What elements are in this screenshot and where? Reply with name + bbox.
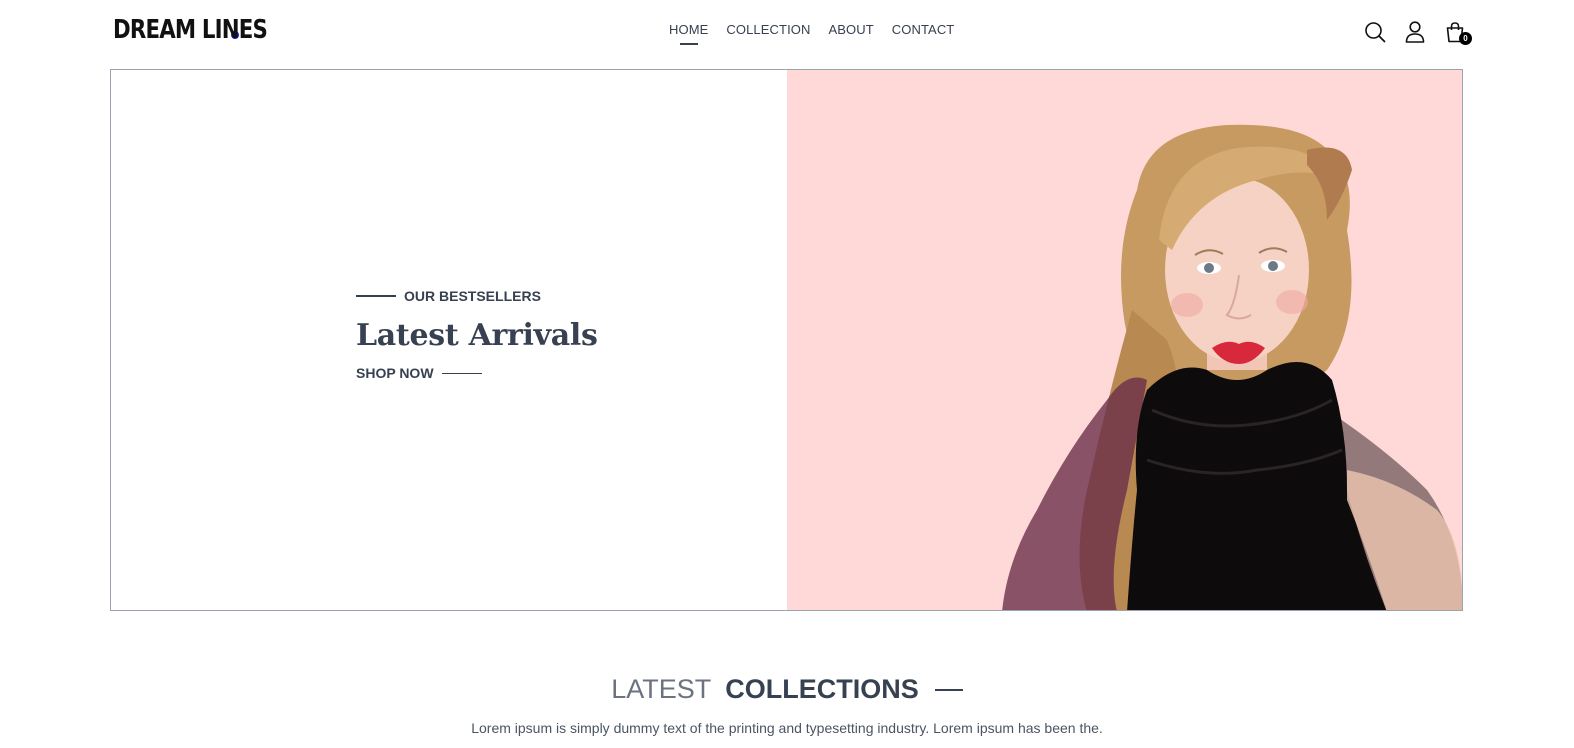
main-nav: HOME COLLECTION ABOUT CONTACT — [669, 22, 954, 37]
hero-title: Latest Arrivals — [356, 318, 598, 353]
hero-eyebrow: OUR BESTSELLERS — [356, 288, 598, 304]
model-portrait-image — [1001, 124, 1462, 610]
eyebrow-divider — [356, 295, 396, 297]
collections-title: LATEST COLLECTIONS — [611, 674, 963, 705]
eyebrow-label: OUR BESTSELLERS — [404, 288, 541, 304]
hero-text-panel: OUR BESTSELLERS Latest Arrivals SHOP NOW — [111, 70, 787, 610]
cart-count-badge: 0 — [1459, 32, 1472, 45]
title-bold: COLLECTIONS — [725, 674, 919, 704]
nav-contact[interactable]: CONTACT — [892, 22, 955, 37]
collections-heading: LATEST COLLECTIONS — [0, 674, 1574, 705]
title-divider — [934, 688, 963, 691]
nav-home[interactable]: HOME — [669, 22, 708, 37]
shopping-bag-icon[interactable]: 0 — [1444, 20, 1472, 45]
site-header: DREAM LINES HOME COLLECTION ABOUT CONTAC… — [0, 0, 1574, 64]
collections-subtitle: Lorem ipsum is simply dummy text of the … — [471, 720, 1103, 736]
hero-banner: OUR BESTSELLERS Latest Arrivals SHOP NOW — [110, 69, 1463, 611]
user-icon[interactable] — [1404, 20, 1426, 44]
shop-now-divider — [441, 372, 482, 374]
header-actions: 0 — [1364, 20, 1472, 45]
shop-now-label: SHOP NOW — [356, 365, 434, 381]
brand-logo[interactable]: DREAM LINES — [113, 12, 268, 48]
search-icon[interactable] — [1364, 20, 1386, 44]
title-light: LATEST — [611, 674, 712, 704]
shop-now-link[interactable]: SHOP NOW — [356, 365, 598, 381]
hero-image — [786, 70, 1462, 610]
brand-name: DREAM LINES — [113, 15, 268, 45]
nav-about[interactable]: ABOUT — [828, 22, 873, 37]
hero-copy: OUR BESTSELLERS Latest Arrivals SHOP NOW — [356, 288, 598, 381]
nav-collection[interactable]: COLLECTION — [726, 22, 810, 37]
